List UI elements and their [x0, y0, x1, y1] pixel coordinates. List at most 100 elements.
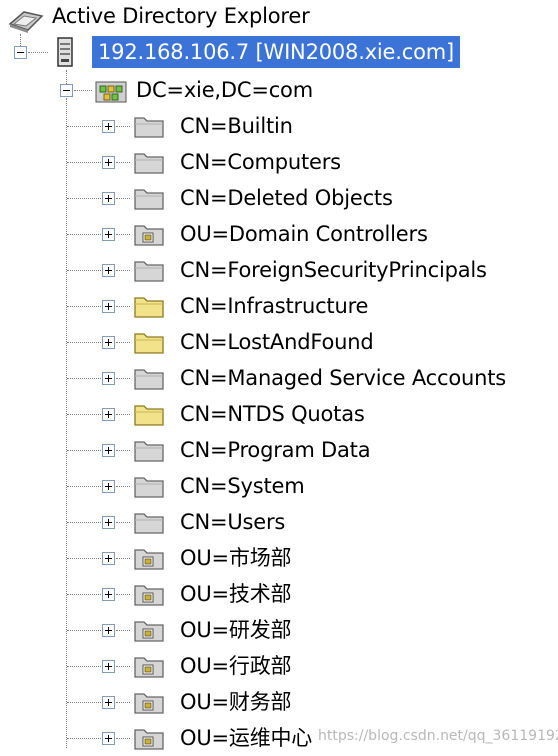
- tree-item-label: CN=Builtin: [180, 114, 293, 138]
- ad-explorer-icon: [8, 11, 44, 33]
- tree-item-label: CN=Infrastructure: [180, 294, 369, 318]
- expand-toggle[interactable]: [102, 228, 115, 241]
- domain-icon: [95, 81, 127, 103]
- expand-toggle[interactable]: [102, 408, 115, 421]
- tree-line: [116, 342, 130, 344]
- tree-item-label: CN=NTDS Quotas: [180, 402, 365, 426]
- tree-line: [116, 126, 130, 128]
- expand-toggle[interactable]: [102, 480, 115, 493]
- tree-line: [67, 594, 101, 596]
- tree-line: [67, 666, 101, 668]
- tree-item-label: CN=ForeignSecurityPrincipals: [180, 258, 487, 282]
- expand-toggle[interactable]: [102, 156, 115, 169]
- ou-icon: [134, 549, 164, 570]
- tree-line: [116, 594, 130, 596]
- container-icon: [134, 369, 164, 390]
- tree-line: [116, 666, 130, 668]
- container-icon: [134, 117, 164, 138]
- expand-toggle[interactable]: [102, 660, 115, 673]
- tree-line: [67, 126, 101, 128]
- expand-toggle[interactable]: [102, 552, 115, 565]
- tree-line: [67, 414, 101, 416]
- tree-item-label: CN=Users: [180, 510, 286, 534]
- tree-line: [67, 558, 101, 560]
- tree-line: [28, 52, 48, 54]
- tree-line: [74, 90, 92, 92]
- tree-line: [67, 702, 101, 704]
- expand-toggle[interactable]: [102, 336, 115, 349]
- tree-item-label: CN=LostAndFound: [180, 330, 374, 354]
- expand-toggle[interactable]: [102, 696, 115, 709]
- collapse-toggle[interactable]: [14, 46, 27, 59]
- expand-toggle[interactable]: [102, 372, 115, 385]
- tree-line: [116, 486, 130, 488]
- ou-icon: [134, 693, 164, 714]
- tree-line: [116, 450, 130, 452]
- tree-line: [116, 270, 130, 272]
- tree-line: [67, 270, 101, 272]
- tree-item-label: OU=技术部: [180, 582, 292, 606]
- expand-toggle[interactable]: [102, 588, 115, 601]
- server-icon: [57, 37, 73, 67]
- tree-line: [116, 306, 130, 308]
- tree-line: [116, 198, 130, 200]
- expand-toggle[interactable]: [102, 516, 115, 529]
- tree-line: [67, 198, 101, 200]
- watermark: https://blog.csdn.net/qq_36119192: [318, 728, 558, 744]
- expand-toggle[interactable]: [102, 192, 115, 205]
- expand-toggle[interactable]: [102, 264, 115, 277]
- tree-item-label: CN=System: [180, 474, 305, 498]
- tree-item-label: OU=行政部: [180, 654, 292, 678]
- expand-toggle[interactable]: [102, 624, 115, 637]
- tree-line: [116, 702, 130, 704]
- ou-icon: [134, 729, 164, 750]
- tree-line: [67, 342, 101, 344]
- domain-label: DC=xie,DC=com: [136, 78, 313, 102]
- folder-icon: [134, 405, 164, 426]
- tree-line: [67, 162, 101, 164]
- container-icon: [134, 189, 164, 210]
- root-label: Active Directory Explorer: [52, 4, 310, 28]
- container-icon: [134, 441, 164, 462]
- tree-item-label: CN=Program Data: [180, 438, 371, 462]
- tree-line: [67, 486, 101, 488]
- expand-toggle[interactable]: [102, 300, 115, 313]
- container-icon: [134, 513, 164, 534]
- tree-line: [67, 306, 101, 308]
- server-label[interactable]: 192.168.106.7 [WIN2008.xie.com]: [92, 36, 460, 68]
- tree-item-label: OU=研发部: [180, 618, 292, 642]
- tree-item-label: OU=市场部: [180, 546, 292, 570]
- tree-item-label: OU=财务部: [180, 690, 292, 714]
- tree-line: [116, 522, 130, 524]
- container-icon: [134, 153, 164, 174]
- expand-toggle[interactable]: [102, 444, 115, 457]
- collapse-toggle[interactable]: [60, 84, 73, 97]
- tree-line: [67, 450, 101, 452]
- ou-icon: [134, 225, 164, 246]
- folder-icon: [134, 297, 164, 318]
- ou-icon: [134, 585, 164, 606]
- container-icon: [134, 477, 164, 498]
- tree-line: [116, 414, 130, 416]
- tree-line: [116, 378, 130, 380]
- tree-item-label: CN=Computers: [180, 150, 341, 174]
- tree-line: [116, 630, 130, 632]
- tree-line: [116, 558, 130, 560]
- ad-explorer-tree: Active Directory Explorer 192.168.106.7 …: [0, 0, 558, 756]
- ou-icon: [134, 657, 164, 678]
- tree-line: [67, 738, 101, 740]
- tree-line: [67, 630, 101, 632]
- expand-toggle[interactable]: [102, 732, 115, 745]
- folder-icon: [134, 333, 164, 354]
- ou-icon: [134, 621, 164, 642]
- container-icon: [134, 261, 164, 282]
- tree-line: [67, 522, 101, 524]
- tree-item-label: CN=Deleted Objects: [180, 186, 393, 210]
- expand-toggle[interactable]: [102, 120, 115, 133]
- tree-line: [116, 234, 130, 236]
- tree-line: [116, 738, 130, 740]
- tree-line: [67, 234, 101, 236]
- tree-item-label: OU=Domain Controllers: [180, 222, 428, 246]
- tree-item-label: OU=运维中心: [180, 726, 313, 750]
- tree-line: [66, 98, 68, 748]
